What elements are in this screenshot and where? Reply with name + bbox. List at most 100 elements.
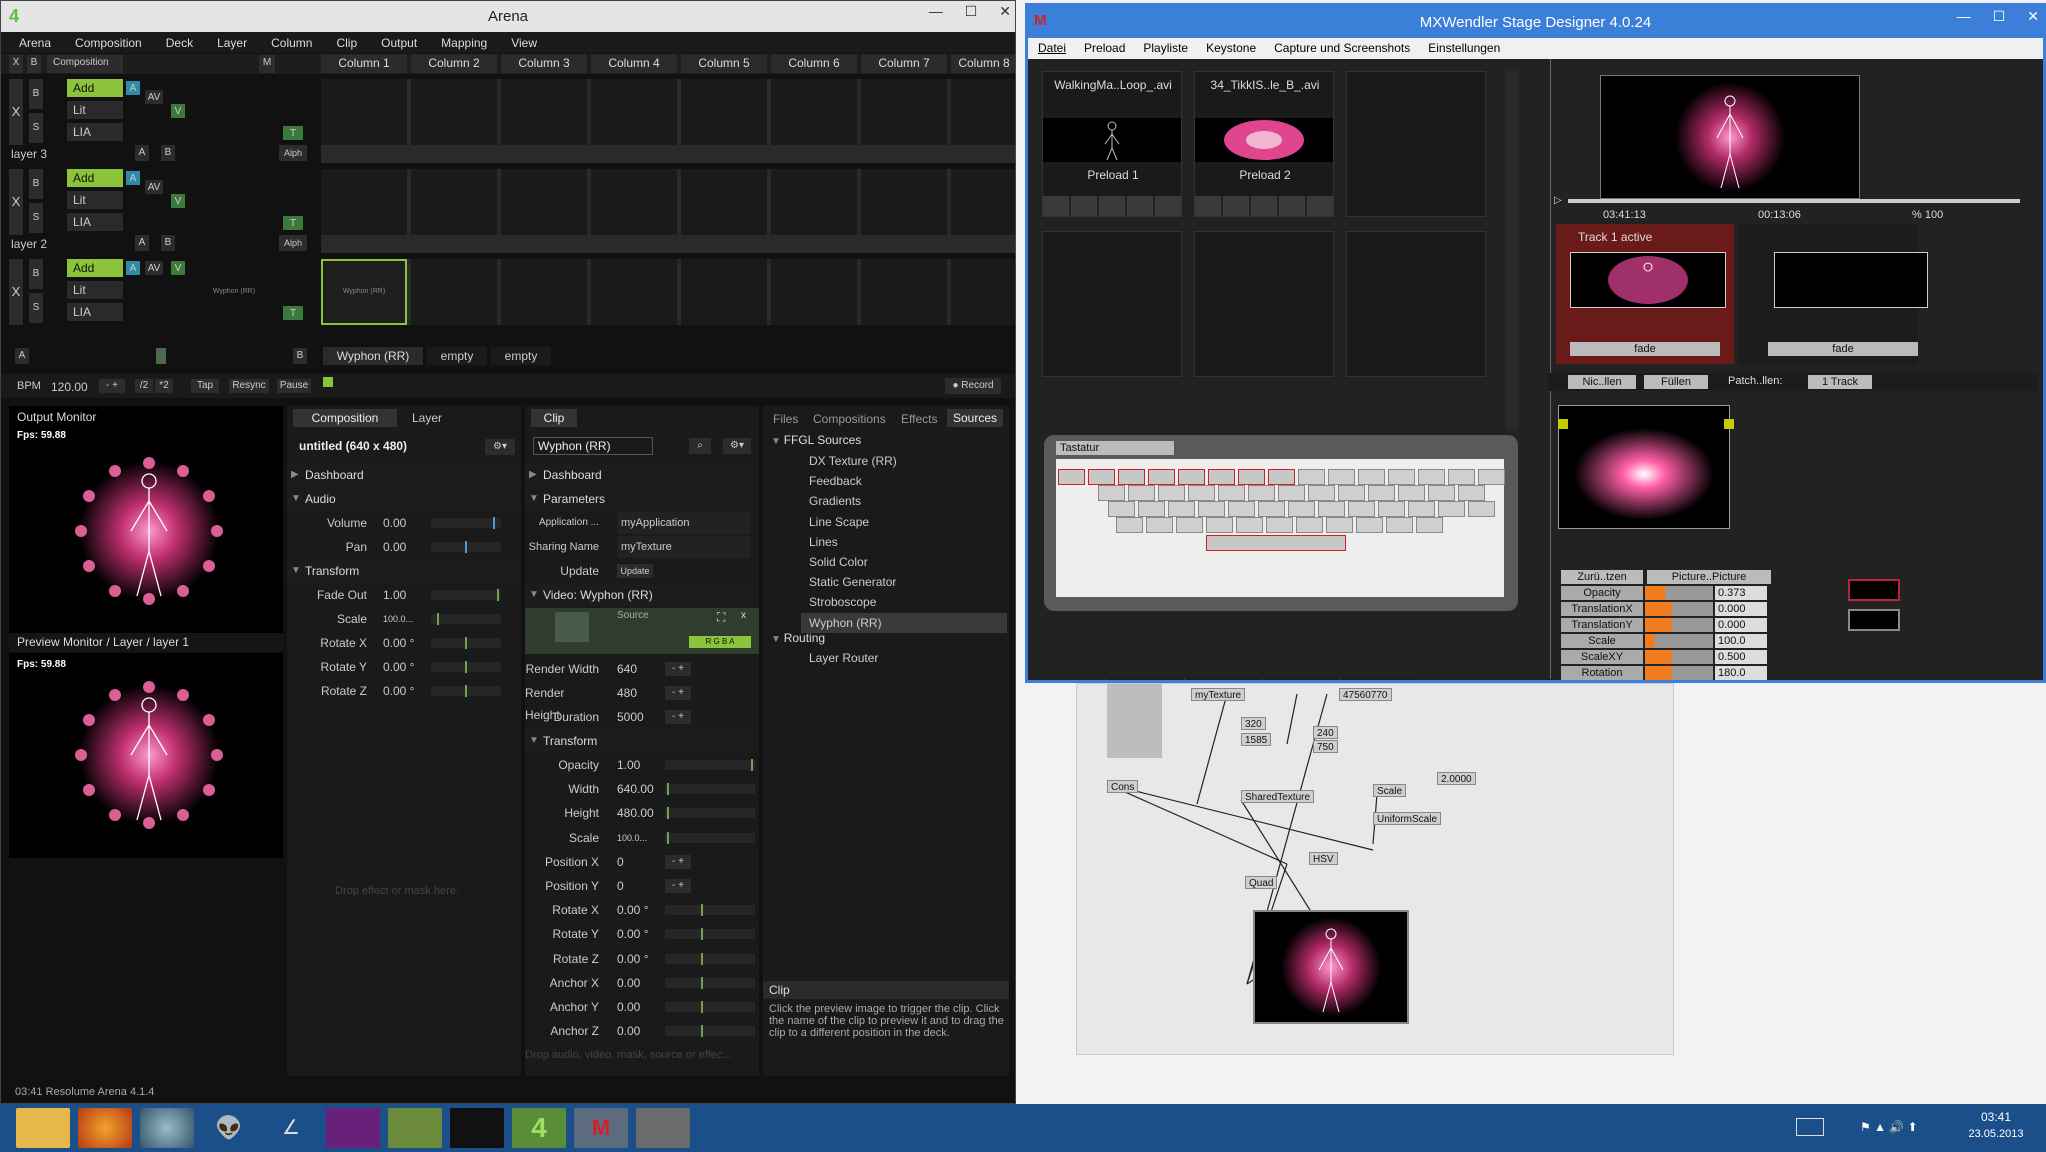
keyboard-key[interactable] <box>1176 517 1203 533</box>
clip-transform-row-1[interactable]: Width 640.00 <box>525 778 759 800</box>
mx-tab-0[interactable]: Preload <box>1028 679 1106 680</box>
keyboard-key[interactable] <box>1148 469 1175 485</box>
clip-transform-slider-6[interactable] <box>665 904 755 917</box>
menu-view[interactable]: View <box>511 36 537 50</box>
track-2-panel[interactable]: fade <box>1738 224 1928 364</box>
source-item-3[interactable]: Line Scape <box>809 512 869 532</box>
patch-node-quad[interactable]: Quad <box>1245 876 1278 889</box>
menu-column[interactable]: Column <box>271 36 312 50</box>
source-item-7[interactable]: Stroboscope <box>809 592 876 612</box>
mx-param-value-3[interactable]: 100.0 <box>1715 634 1767 648</box>
mx-menu-datei[interactable]: Datei <box>1038 41 1066 55</box>
taskbar-console-icon[interactable] <box>450 1108 504 1148</box>
layer-thumb-small-1[interactable] <box>1848 579 1900 601</box>
layer-3-av-button[interactable]: AV <box>145 90 163 104</box>
deck-tab-empty-1[interactable]: empty <box>427 347 487 365</box>
column-7-header[interactable]: Column 7 <box>861 54 947 73</box>
keyboard-key[interactable] <box>1248 485 1275 501</box>
keyboard-key[interactable] <box>1338 485 1365 501</box>
layer-1-av-button[interactable]: AV <box>145 261 163 275</box>
mx-param-value-2[interactable]: 0.000 <box>1715 618 1767 632</box>
pan-row[interactable]: Pan 0.00 <box>287 536 521 558</box>
mx-param-bar-2[interactable] <box>1645 618 1713 632</box>
mx-param-value-0[interactable]: 0.373 <box>1715 586 1767 600</box>
patch-node-value-3[interactable]: 1585 <box>1241 733 1272 746</box>
source-item-4[interactable]: Lines <box>809 532 838 552</box>
mx-tab-4[interactable]: Kompression <box>1340 679 1418 680</box>
duration-stepper[interactable]: - + <box>665 710 691 724</box>
keyboard-key[interactable] <box>1298 469 1325 485</box>
tab-layer[interactable]: Layer <box>399 409 455 427</box>
keyboard-label[interactable]: Tastatur <box>1056 441 1174 455</box>
option-tracks[interactable]: 1 Track <box>1808 375 1872 389</box>
clip-transform-row-7[interactable]: Rotate Y 0.00 ° <box>525 923 759 945</box>
mx-maximize-icon[interactable]: ☐ <box>1993 8 2006 25</box>
fade-out-row[interactable]: Fade Out 1.00 <box>287 584 521 606</box>
crossfader-b[interactable]: B <box>293 348 307 364</box>
keyboard-key[interactable] <box>1378 501 1405 517</box>
clip-name-field[interactable]: Wyphon (RR) <box>533 437 653 455</box>
keyboard-key[interactable] <box>1326 517 1353 533</box>
comp-scale-row[interactable]: Scale 100.0... <box>287 608 521 630</box>
clip-transform-row-2[interactable]: Height 480.00 <box>525 802 759 824</box>
patch-node-value-2[interactable]: 320 <box>1241 717 1266 730</box>
layer-3-lia[interactable]: LIA <box>67 123 123 141</box>
volume-row[interactable]: Volume 0.00 <box>287 512 521 534</box>
column-8-header[interactable]: Column 8 <box>951 54 1015 73</box>
taskbar-explorer-icon[interactable] <box>16 1108 70 1148</box>
keyboard-key[interactable] <box>1278 485 1305 501</box>
clip-gear-icon[interactable]: ⚙▾ <box>723 438 751 454</box>
layer-1-b-button[interactable]: B <box>29 259 43 289</box>
layer-router-item[interactable]: Layer Router <box>809 648 878 668</box>
composition-x-button[interactable]: X <box>9 55 23 73</box>
update-button[interactable]: Update <box>617 564 653 578</box>
taskbar-resolume-icon[interactable]: 4 <box>512 1108 566 1148</box>
mx-menu-einstellungen[interactable]: Einstellungen <box>1428 41 1500 55</box>
layer-1-blend-add[interactable]: Add <box>67 259 123 277</box>
layer-3-name[interactable]: layer 3 <box>11 145 47 163</box>
keyboard-keys[interactable] <box>1056 459 1505 597</box>
menu-composition[interactable]: Composition <box>75 36 142 50</box>
layer-2-clear-button[interactable]: X <box>9 169 23 235</box>
active-clip-wyphon[interactable]: Wyphon (RR) <box>321 259 407 325</box>
layer-1-thumb-clip[interactable]: Wyphon (RR) <box>191 259 277 325</box>
keyboard-key[interactable] <box>1098 485 1125 501</box>
video-section[interactable]: ▼ Video: Wyphon (RR) <box>525 584 759 606</box>
keyboard-key[interactable] <box>1348 501 1375 517</box>
keyboard-tray-icon[interactable] <box>1796 1118 1824 1136</box>
layer-1-clear-button[interactable]: X <box>9 259 23 325</box>
source-item-2[interactable]: Gradients <box>809 491 861 511</box>
mx-param-bar-1[interactable] <box>1645 602 1713 616</box>
clock-date[interactable]: 23.05.2013 <box>1964 1128 2028 1140</box>
clip-grid-row-1[interactable] <box>321 259 1015 325</box>
menu-deck[interactable]: Deck <box>166 36 193 50</box>
mx-main-preview[interactable] <box>1600 75 1860 199</box>
clip-transform-slider-9[interactable] <box>665 976 755 989</box>
taskbar-mxwendler-icon[interactable]: M <box>574 1108 628 1148</box>
pause-button[interactable]: Pause <box>277 379 311 393</box>
layer-thumb-small-2[interactable] <box>1848 609 1900 631</box>
mx-param-2[interactable]: TranslationY 0.000 <box>1561 618 1767 632</box>
render-width-stepper[interactable]: - + <box>665 662 691 676</box>
clip-transform-slider-11[interactable] <box>665 1025 755 1038</box>
taskbar-visual-studio-icon[interactable] <box>326 1108 380 1148</box>
tray-icons[interactable]: ⚑ ▲ 🔊 ⬆ <box>1860 1120 1918 1134</box>
mx-tab-3[interactable]: Live Editor <box>1262 679 1340 680</box>
layer-3-a-badge[interactable]: A <box>126 81 140 95</box>
source-thumbnail[interactable] <box>555 612 589 642</box>
mx-param-4[interactable]: ScaleXY 0.500 <box>1561 650 1767 664</box>
tap-button[interactable]: Tap <box>191 379 219 393</box>
clip-dashboard-section[interactable]: ▶ Dashboard <box>525 464 759 486</box>
keyboard-key[interactable] <box>1198 501 1225 517</box>
keyboard-key[interactable] <box>1388 469 1415 485</box>
mx-zoom[interactable]: % 100 <box>1912 209 1943 221</box>
column-6-header[interactable]: Column 6 <box>771 54 857 73</box>
keyboard-key[interactable] <box>1146 517 1173 533</box>
clip-transform-slider-8[interactable] <box>665 952 755 965</box>
keyboard-key[interactable] <box>1088 469 1115 485</box>
maximize-icon[interactable]: ☐ <box>965 3 978 20</box>
preload-1-controls[interactable] <box>1043 196 1181 216</box>
keyboard-key[interactable] <box>1448 469 1475 485</box>
mx-param-value-1[interactable]: 0.000 <box>1715 602 1767 616</box>
composition-label[interactable]: Composition <box>47 55 123 73</box>
